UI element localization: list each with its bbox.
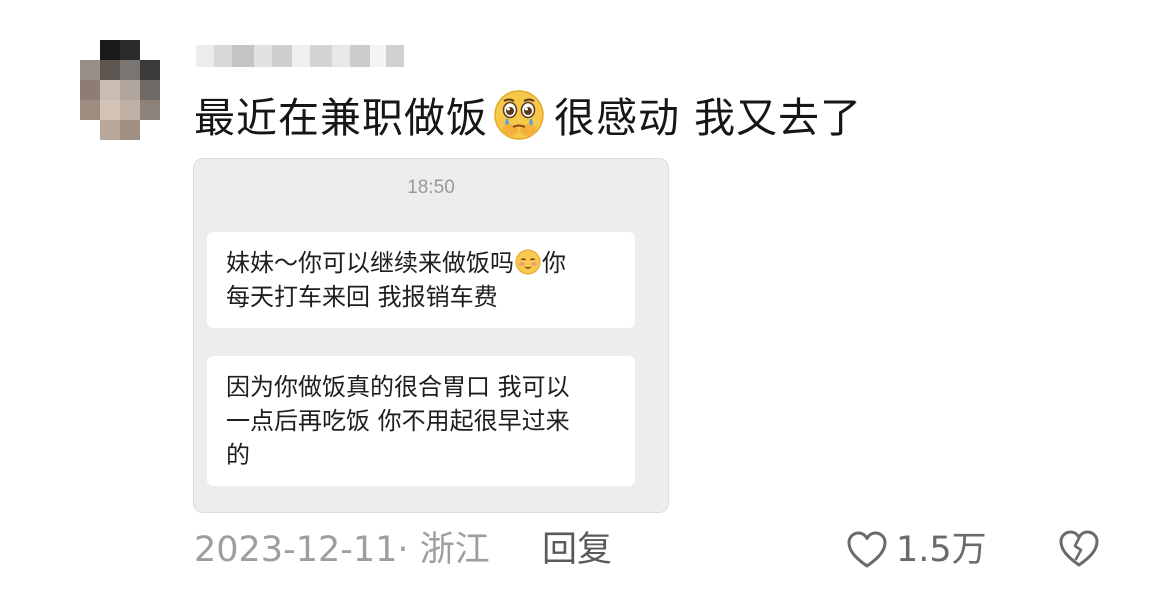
comment-text-part2: 很感动 我又去了 <box>554 94 863 142</box>
comment-text: 最近在兼职做饭 很感动 我又去了 <box>194 88 862 146</box>
dislike-button[interactable] <box>1057 529 1101 573</box>
chat-bubble-line: 因为你做饭真的很合胃口 我可以 <box>226 373 570 401</box>
avatar[interactable] <box>80 40 180 140</box>
comment-footer: 2023-12-11· 浙江 回复 1.5万 <box>194 528 1114 572</box>
chat-bubble: 妹妹～你可以继续来做饭吗 你 每天打车来回 我报销车费 <box>207 232 635 328</box>
chat-text: 妹妹～你可以继续来做饭吗 <box>226 249 514 277</box>
chat-bubble: 因为你做饭真的很合胃口 我可以 一点后再吃饭 你不用起很早过来 的 <box>207 356 635 486</box>
shy-smile-icon <box>515 249 541 275</box>
reply-button[interactable]: 回复 <box>542 528 612 572</box>
chat-text: 你 <box>542 249 566 277</box>
chat-bubble-line: 妹妹～你可以继续来做饭吗 你 <box>226 246 617 280</box>
broken-heart-icon <box>1059 530 1099 567</box>
chat-screenshot-image[interactable]: 18:50 妹妹～你可以继续来做饭吗 你 每天打车来回 我报销车费 因为你做饭真… <box>193 158 669 513</box>
meta-separator: · <box>397 530 409 570</box>
like-count: 1.5万 <box>896 530 987 570</box>
comment-location: 浙江 <box>419 530 490 570</box>
comment-meta: 2023-12-11· 浙江 <box>194 528 490 572</box>
comment-date: 2023-12-11 <box>194 530 398 570</box>
username-obscured[interactable] <box>196 38 404 74</box>
pleading-face-icon <box>494 90 544 140</box>
chat-bubble-line: 一点后再吃饭 你不用起很早过来 <box>226 407 570 435</box>
chat-bubble-line: 每天打车来回 我报销车费 <box>226 283 498 311</box>
like-button[interactable]: 1.5万 <box>846 528 987 572</box>
heart-icon <box>847 531 887 568</box>
chat-timestamp: 18:50 <box>407 177 455 198</box>
chat-bubble-line: 的 <box>226 441 250 469</box>
comment-text-part1: 最近在兼职做饭 <box>194 94 488 142</box>
